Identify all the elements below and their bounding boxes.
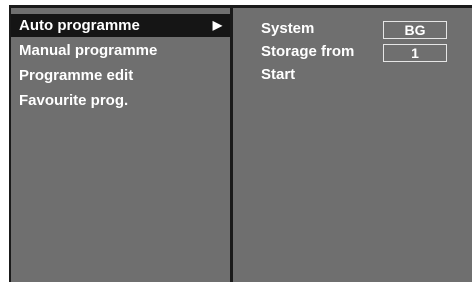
menu-item-label: Favourite prog. bbox=[19, 92, 129, 109]
auto-programme-options-panel: System BG Storage from 1 Start bbox=[233, 8, 472, 282]
storage-from-label: Storage from bbox=[261, 43, 355, 60]
submenu-arrow-icon: ▶ bbox=[212, 18, 222, 32]
system-value-field[interactable]: BG bbox=[383, 21, 447, 39]
start-option[interactable]: Start bbox=[261, 64, 295, 86]
menu-item-favourite-prog[interactable]: Favourite prog. bbox=[11, 89, 230, 112]
main-menu-panel: Auto programme ▶ Manual programme Progra… bbox=[11, 8, 230, 282]
system-label: System bbox=[261, 20, 315, 37]
menu-item-manual-programme[interactable]: Manual programme bbox=[11, 39, 230, 62]
tv-menu-screen: Auto programme ▶ Manual programme Progra… bbox=[9, 5, 472, 282]
menu-item-label: Programme edit bbox=[19, 67, 134, 84]
menu-item-label: Auto programme bbox=[19, 17, 140, 34]
menu-item-label: Manual programme bbox=[19, 42, 158, 59]
menu-item-programme-edit[interactable]: Programme edit bbox=[11, 64, 230, 87]
storage-from-value-field[interactable]: 1 bbox=[383, 44, 447, 62]
menu-item-auto-programme[interactable]: Auto programme ▶ bbox=[11, 14, 230, 37]
